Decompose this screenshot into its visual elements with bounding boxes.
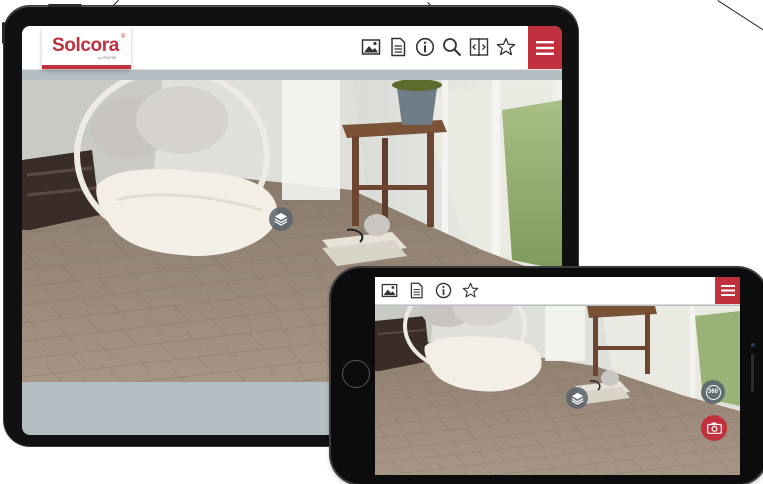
view-360-label: 360 (707, 389, 718, 395)
phone-header (375, 277, 740, 305)
pointer-line (717, 0, 763, 31)
layers-icon (274, 213, 288, 226)
phone-screen: 360 (375, 277, 740, 475)
hamburger-menu-icon (720, 285, 735, 296)
document-icon[interactable] (408, 282, 425, 299)
phone-device: 360 (331, 268, 763, 484)
phone-toolbar (381, 282, 479, 299)
tablet-top-button (48, 4, 82, 7)
layers-button[interactable] (566, 387, 588, 409)
home-button[interactable] (342, 360, 370, 388)
hamburger-menu-icon (536, 40, 554, 55)
layers-icon (571, 392, 583, 405)
camera-icon (706, 422, 722, 434)
brand-name: Solcora (52, 35, 119, 56)
menu-button[interactable] (715, 277, 740, 304)
tablet-header: Solcora ® by IPINTER (22, 26, 562, 70)
compare-icon[interactable] (469, 37, 489, 57)
phone-speaker (751, 354, 754, 392)
image-icon[interactable] (361, 37, 381, 57)
room-scene-image (375, 306, 740, 475)
layers-button[interactable] (269, 207, 293, 231)
room-visualization[interactable]: 360 (375, 306, 740, 475)
phone-camera (751, 343, 755, 347)
document-icon[interactable] (388, 37, 408, 57)
favorite-star-icon[interactable] (496, 37, 516, 57)
info-icon[interactable] (415, 37, 435, 57)
brand-byline: by IPINTER (98, 56, 117, 60)
brand-logo[interactable]: Solcora ® by IPINTER (42, 26, 131, 69)
menu-button[interactable] (528, 26, 562, 69)
info-icon[interactable] (435, 282, 452, 299)
brand-mark: ® (121, 34, 126, 40)
image-icon[interactable] (381, 282, 398, 299)
tablet-toolbar (361, 37, 516, 57)
tablet-side-button (2, 22, 5, 44)
view-360-button[interactable]: 360 (701, 380, 725, 404)
search-icon[interactable] (442, 37, 462, 57)
camera-button[interactable] (701, 415, 727, 441)
favorite-star-icon[interactable] (462, 282, 479, 299)
